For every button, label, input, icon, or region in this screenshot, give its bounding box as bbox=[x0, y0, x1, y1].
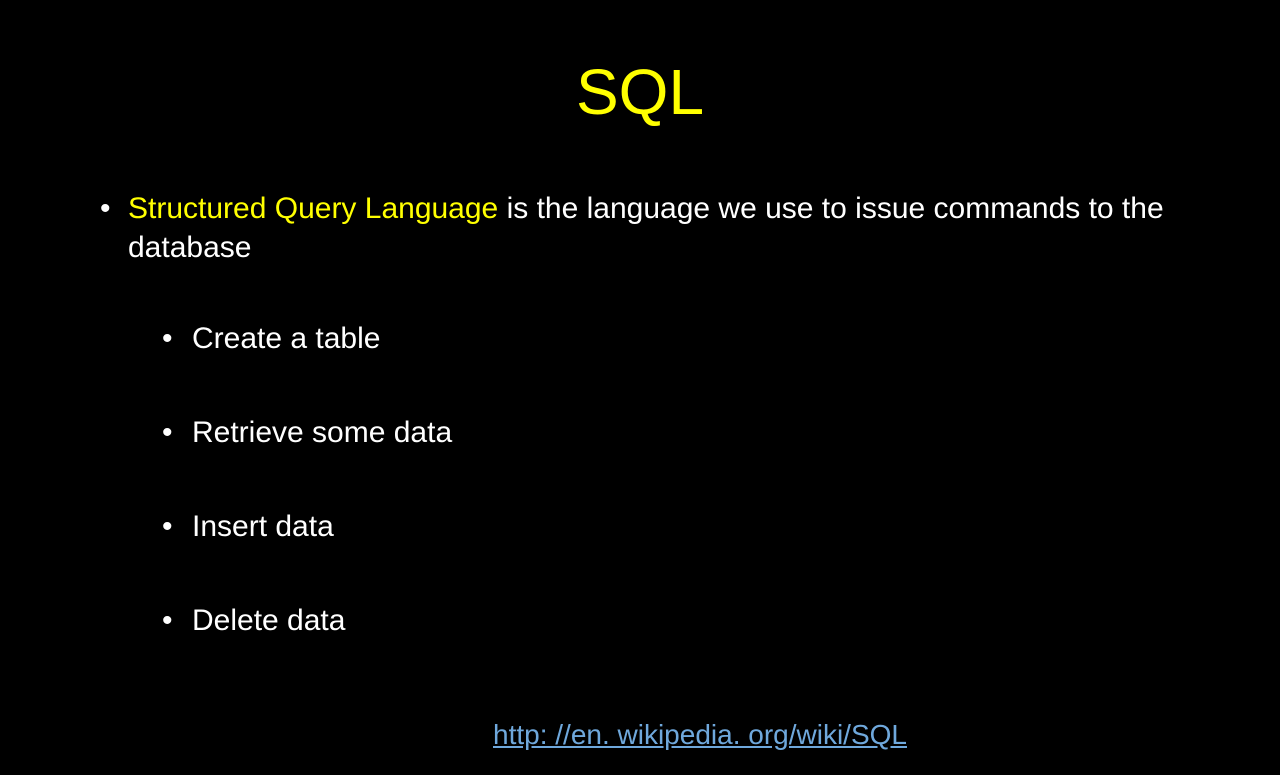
reference-link[interactable]: http: //en. wikipedia. org/wiki/SQL bbox=[493, 719, 907, 750]
slide-content: • Structured Query Language is the langu… bbox=[0, 189, 1280, 638]
bullet-sub: • Retrieve some data bbox=[162, 416, 1200, 450]
link-container: http: //en. wikipedia. org/wiki/SQL bbox=[0, 719, 1280, 751]
bullet-sub: • Delete data bbox=[162, 604, 1200, 638]
bullet-icon: • bbox=[162, 604, 192, 638]
bullet-main-text: Structured Query Language is the languag… bbox=[128, 189, 1200, 267]
highlight-term: Structured Query Language bbox=[128, 192, 498, 225]
bullet-main: • Structured Query Language is the langu… bbox=[100, 189, 1200, 267]
bullet-icon: • bbox=[162, 416, 192, 450]
slide-title: SQL bbox=[0, 55, 1280, 129]
slide: SQL • Structured Query Language is the l… bbox=[0, 55, 1280, 775]
bullet-sub-text: Delete data bbox=[192, 604, 345, 638]
bullet-icon: • bbox=[162, 322, 192, 356]
bullet-sub-text: Create a table bbox=[192, 322, 380, 356]
bullet-sub-text: Insert data bbox=[192, 510, 334, 544]
sub-bullet-list: • Create a table • Retrieve some data • … bbox=[100, 322, 1200, 638]
bullet-icon: • bbox=[100, 189, 128, 228]
bullet-sub-text: Retrieve some data bbox=[192, 416, 452, 450]
bullet-icon: • bbox=[162, 510, 192, 544]
bullet-sub: • Create a table bbox=[162, 322, 1200, 356]
bullet-sub: • Insert data bbox=[162, 510, 1200, 544]
